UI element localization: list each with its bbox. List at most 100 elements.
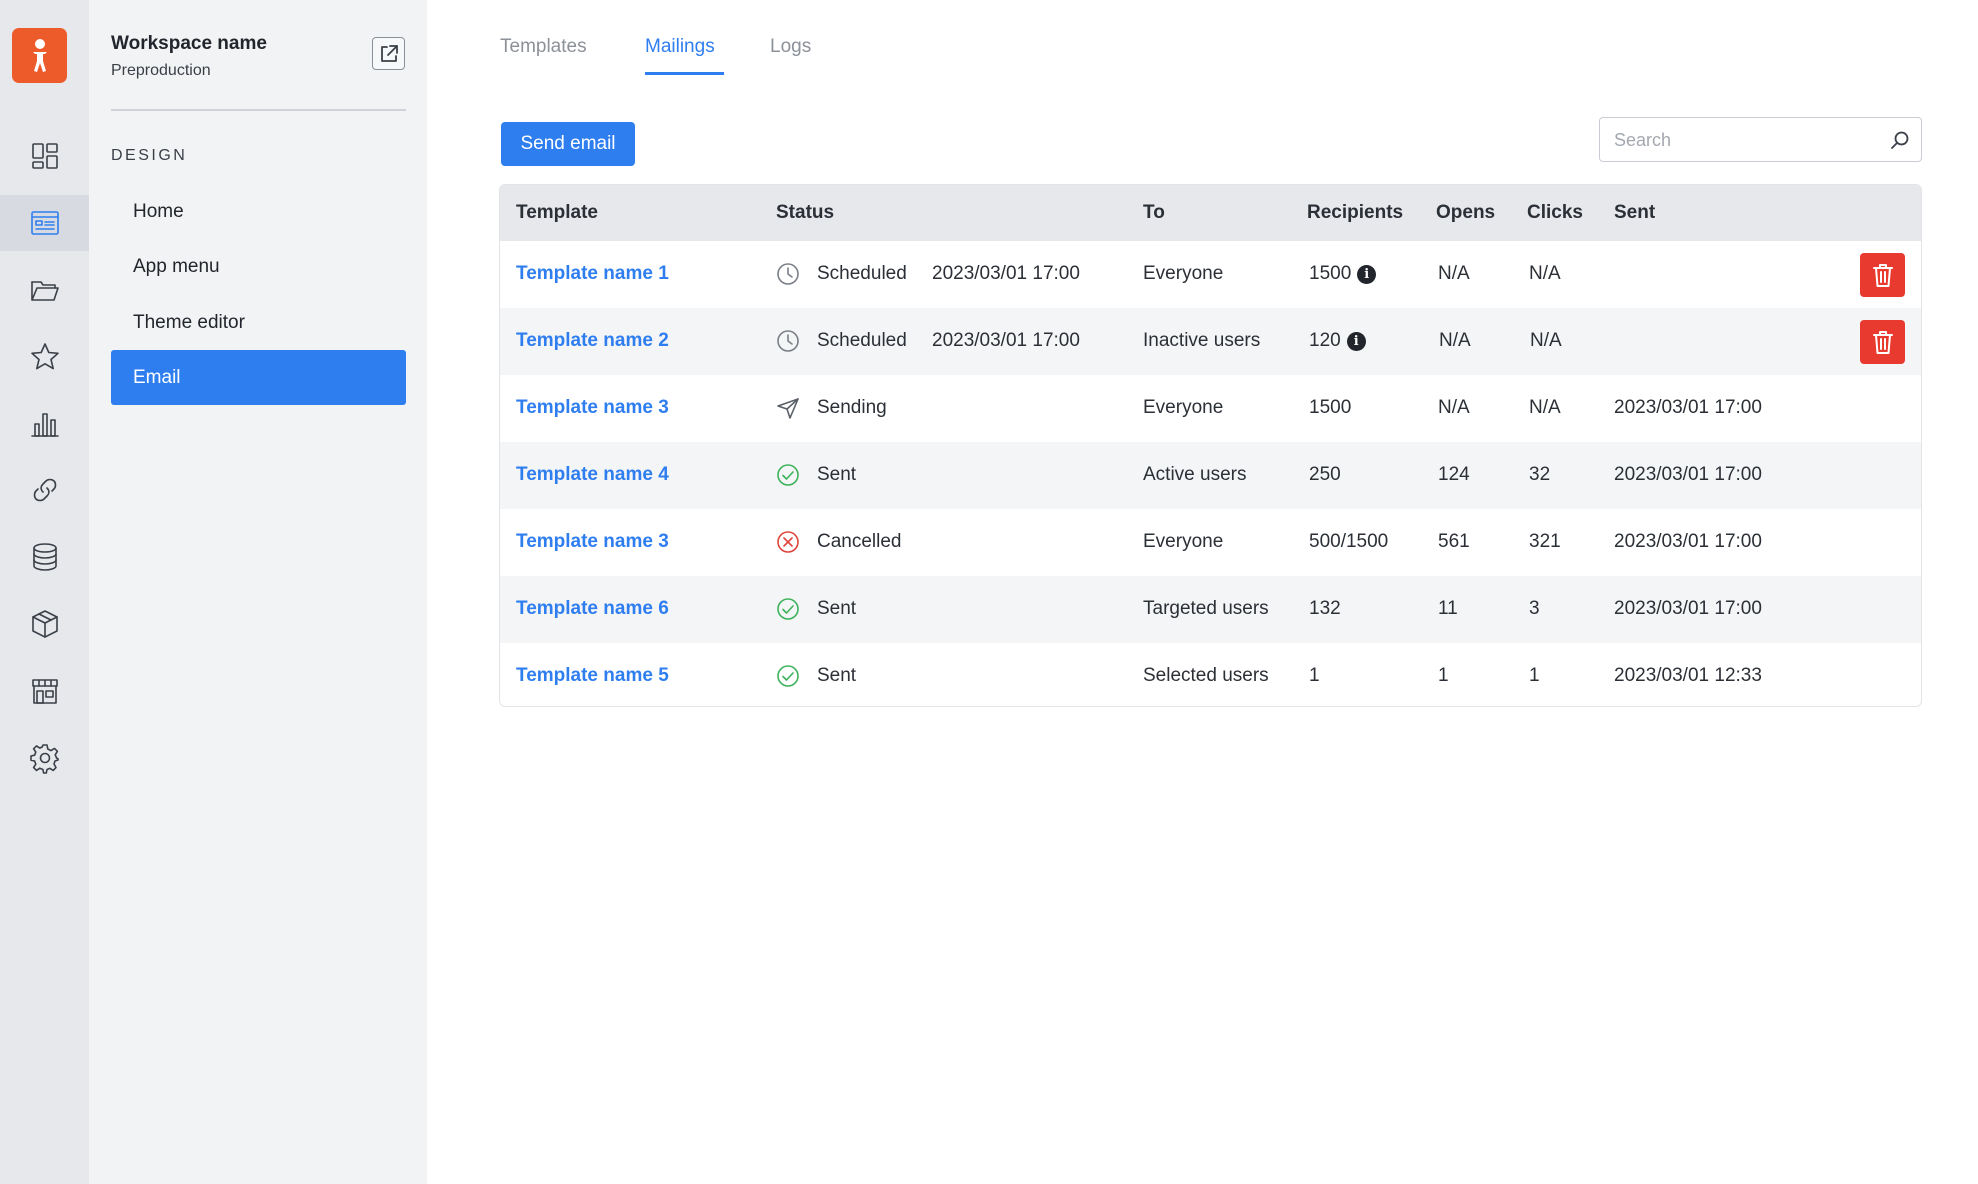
open-external-button[interactable] [372, 37, 405, 70]
trash-icon [1872, 331, 1893, 354]
rail-item-links[interactable] [0, 462, 89, 518]
template-link[interactable]: Template name 5 [516, 665, 669, 687]
column-header-sent[interactable]: Sent [1614, 202, 1655, 224]
search-box [1599, 117, 1922, 162]
sent-time: 2023/03/01 17:00 [1614, 598, 1762, 619]
column-header-to[interactable]: To [1143, 202, 1165, 224]
tab-logs[interactable]: Logs [770, 36, 811, 58]
send-icon [776, 396, 800, 420]
clicks-count: 3 [1529, 598, 1540, 619]
recipient-group: Everyone [1143, 531, 1224, 552]
template-link[interactable]: Template name 3 [516, 531, 669, 553]
app-logo[interactable] [12, 28, 67, 83]
sidebar-item-label: Theme editor [133, 311, 245, 333]
sent-time: 2023/03/01 17:00 [1614, 464, 1762, 485]
column-header-clicks[interactable]: Clicks [1527, 202, 1583, 224]
rail-item-design[interactable] [0, 195, 89, 251]
delete-button[interactable] [1860, 320, 1905, 364]
clicks-count: 1 [1529, 665, 1540, 686]
template-link[interactable]: Template name 3 [516, 397, 669, 419]
recipients-count: 250 [1309, 464, 1341, 485]
table-row: Template name 6 Sent Targeted users 132 … [500, 576, 1921, 643]
search-icon[interactable] [1889, 129, 1911, 151]
workspace-environment: Preproduction [111, 62, 211, 79]
table-row: Template name 3 Sending Everyone 1500 N/… [500, 375, 1921, 442]
table-header: Template Status To Recipients Opens Clic… [500, 185, 1921, 241]
status-label: Sent [817, 665, 857, 686]
clock-icon [776, 329, 800, 353]
table-row: Template name 2 Scheduled 2023/03/01 17:… [500, 308, 1921, 375]
template-link[interactable]: Template name 1 [516, 263, 669, 285]
template-link[interactable]: Template name 6 [516, 598, 669, 620]
info-icon[interactable]: i [1357, 265, 1377, 284]
tab-mailings[interactable]: Mailings [645, 36, 715, 58]
opens-count: 11 [1438, 598, 1458, 619]
app-root: Workspace name Preproduction DESIGN Home… [0, 0, 1978, 1184]
icon-rail [0, 0, 89, 1184]
template-link[interactable]: Template name 4 [516, 464, 669, 486]
opens-count: N/A [1438, 263, 1470, 284]
sidebar-item-theme-editor[interactable]: Theme editor [111, 295, 406, 350]
status-label: Cancelled [817, 531, 902, 552]
opens-count: 124 [1438, 464, 1470, 485]
store-icon [31, 679, 58, 704]
rail-item-dashboard[interactable] [0, 128, 89, 184]
recipient-group: Active users [1143, 464, 1247, 485]
recipients-count: 120 i [1309, 330, 1366, 352]
tab-templates[interactable]: Templates [500, 36, 587, 58]
link-icon [33, 478, 56, 502]
opens-count: 1 [1438, 665, 1449, 686]
active-tab-indicator [645, 72, 724, 75]
rail-item-favorites[interactable] [0, 329, 89, 385]
design-sidebar: Workspace name Preproduction DESIGN Home… [89, 0, 427, 1184]
recipients-value: 1500 [1309, 263, 1352, 284]
clicks-count: 32 [1529, 464, 1551, 485]
sidebar-divider [111, 109, 406, 111]
column-header-template[interactable]: Template [516, 202, 598, 224]
sidebar-item-email[interactable]: Email [111, 350, 406, 405]
sidebar-item-label: App menu [133, 255, 220, 277]
mailings-table: Template Status To Recipients Opens Clic… [499, 184, 1922, 707]
recipients-count: 500/1500 [1309, 531, 1389, 552]
column-header-status[interactable]: Status [776, 202, 834, 224]
sidebar-section-heading: DESIGN [111, 147, 188, 164]
send-email-button[interactable]: Send email [501, 122, 635, 166]
recipient-group: Targeted users [1143, 598, 1269, 619]
rail-item-store[interactable] [0, 663, 89, 719]
check-circle-icon [776, 463, 800, 487]
clicks-count: N/A [1530, 330, 1562, 351]
table-row: Template name 3 Cancelled Everyone 500/1… [500, 509, 1921, 576]
trash-icon [1872, 264, 1893, 287]
clicks-count: 321 [1529, 531, 1561, 552]
clicks-count: N/A [1529, 263, 1561, 284]
sidebar-item-app-menu[interactable]: App menu [111, 239, 406, 294]
star-icon [30, 343, 59, 370]
column-header-opens[interactable]: Opens [1436, 202, 1495, 224]
external-link-icon [380, 44, 398, 62]
rail-item-settings[interactable] [0, 730, 89, 786]
chart-icon [30, 413, 59, 437]
person-logo-icon [32, 38, 47, 72]
sent-time: 2023/03/01 12:33 [1614, 665, 1762, 686]
delete-button[interactable] [1860, 253, 1905, 297]
box-icon [31, 610, 58, 638]
design-icon [30, 211, 59, 235]
rail-item-files[interactable] [0, 262, 89, 318]
search-input[interactable] [1614, 127, 1874, 153]
info-icon[interactable]: i [1346, 332, 1366, 351]
recipient-group: Everyone [1143, 263, 1224, 284]
sidebar-item-label: Home [133, 200, 184, 222]
recipients-value: 120 [1309, 330, 1341, 351]
opens-count: N/A [1439, 330, 1471, 351]
gear-icon [29, 744, 59, 774]
rail-item-database[interactable] [0, 529, 89, 585]
scheduled-time: 2023/03/01 17:00 [932, 330, 1080, 351]
rail-item-packages[interactable] [0, 596, 89, 652]
sidebar-item-label: Email [133, 366, 181, 388]
recipients-count: 132 [1309, 598, 1341, 619]
rail-item-analytics[interactable] [0, 396, 89, 452]
template-link[interactable]: Template name 2 [516, 330, 669, 352]
column-header-recipients[interactable]: Recipients [1307, 202, 1403, 224]
sent-time: 2023/03/01 17:00 [1614, 397, 1762, 418]
sidebar-item-home[interactable]: Home [111, 184, 406, 239]
